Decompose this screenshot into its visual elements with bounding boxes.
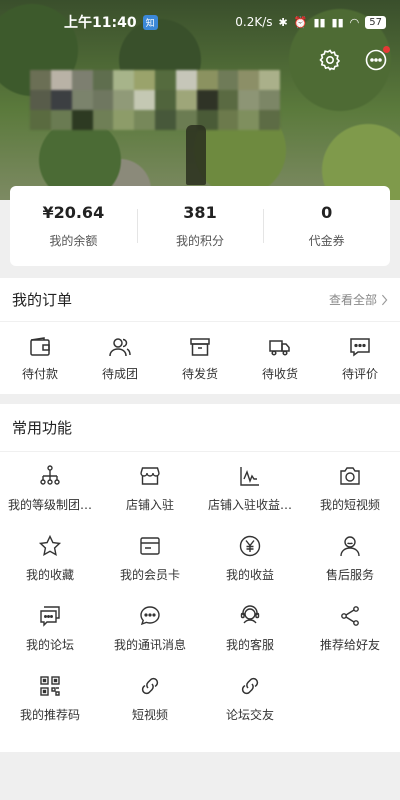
balance-item-coupon[interactable]: 0 代金券 [263,203,390,249]
headset-icon [240,605,260,624]
balance-value: ¥20.64 [42,203,105,222]
header-actions [318,46,390,72]
func-member-card[interactable]: 我的会员卡 [100,534,200,604]
link-icon [141,677,159,695]
func-label: 论坛交友 [225,708,274,722]
func-label: 店铺入驻收益… [207,498,292,512]
func-label: 我的会员卡 [119,568,180,582]
yen-icon [239,535,261,557]
balance-item-yue[interactable]: ¥20.64 我的余额 [10,203,137,249]
balance-label: 我的余额 [49,234,98,248]
star-icon [38,534,62,556]
func-label: 店铺入驻 [125,498,174,512]
func-label: 售后服务 [325,568,374,582]
functions-grid: 我的等级制团… 店铺入驻 店铺入驻收益… 我的短视频 我的收藏 我的会员卡 我的… [0,452,400,744]
func-recommend-friend[interactable]: 推荐给好友 [300,604,400,674]
coupon-value: 0 [321,203,333,222]
box-icon [190,337,210,356]
section-title: 我的订单 [12,291,73,309]
battery-indicator: 57 [365,15,386,29]
camera-icon [340,467,360,485]
func-label: 推荐给好友 [319,638,380,652]
view-all-label: 查看全部 [328,293,377,307]
func-store-settle[interactable]: 店铺入驻 [100,464,200,534]
func-label: 我的论坛 [25,638,74,652]
func-forum-friends[interactable]: 论坛交友 [200,674,300,744]
order-label: 待成团 [101,366,138,381]
func-short-video[interactable]: 短视频 [100,674,200,744]
notification-badge: 知 [142,14,158,30]
func-label: 我的推荐码 [19,708,80,722]
hierarchy-icon [40,465,60,485]
chat-icon[interactable] [364,46,390,72]
func-label: 我的通讯消息 [113,638,186,652]
order-item-pending-receipt[interactable]: 待收货 [240,335,320,382]
balance-item-points[interactable]: 381 我的积分 [136,203,264,249]
func-store-earnings[interactable]: 店铺入驻收益… [200,464,300,534]
order-label: 待付款 [21,366,58,381]
order-item-pending-shipment[interactable]: 待发货 [160,335,240,382]
func-level-group[interactable]: 我的等级制团… [0,464,100,534]
points-value: 381 [183,203,217,222]
func-label: 我的等级制团… [7,498,92,512]
person-silhouette [186,125,206,185]
alarm-icon: ⏰ [293,15,308,29]
order-item-pending-group[interactable]: 待成团 [80,335,160,382]
chart-icon [240,467,259,486]
order-item-pending-payment[interactable]: 待付款 [0,335,80,382]
balance-card: ¥20.64 我的余额 381 我的积分 0 代金券 [10,186,390,266]
functions-header: 常用功能 [0,404,400,452]
chevron-right-icon [381,294,388,305]
func-label: 我的短视频 [319,498,380,512]
order-label: 待评价 [341,366,378,381]
group-icon [109,337,131,356]
store-icon [140,467,160,485]
network-speed: 0.2K/s [235,15,273,29]
service-person-icon [340,536,360,557]
func-label: 我的客服 [225,638,274,652]
func-favorites[interactable]: 我的收藏 [0,534,100,604]
func-my-short-video[interactable]: 我的短视频 [300,464,400,534]
func-after-sales[interactable]: 售后服务 [300,534,400,604]
order-item-pending-review[interactable]: 待评价 [320,335,400,382]
order-label: 待发货 [181,366,218,381]
func-label: 短视频 [131,708,168,722]
view-all-orders-link[interactable]: 查看全部 [329,291,388,308]
signal-icon-2: ▮▮ [331,15,344,29]
func-customer-service[interactable]: 我的客服 [200,604,300,674]
link-icon [241,677,259,695]
common-functions-section: 常用功能 我的等级制团… 店铺入驻 店铺入驻收益… 我的短视频 我的收藏 我的会… [0,404,400,752]
orders-header: 我的订单 查看全部 [0,278,400,322]
status-bar: 上午11:40 知 0.2K/s ✱ ⏰ ▮▮ ▮▮ ◠ 57 [0,0,400,44]
status-indicators: 0.2K/s ✱ ⏰ ▮▮ ▮▮ ◠ 57 [235,15,386,29]
func-messages[interactable]: 我的通讯消息 [100,604,200,674]
share-icon [341,606,359,626]
func-referral-code[interactable]: 我的推荐码 [0,674,100,744]
forum-icon [40,606,60,627]
truck-icon [269,339,290,356]
bluetooth-icon: ✱ [278,15,288,29]
points-label: 我的积分 [176,234,225,248]
comment-icon [350,337,370,356]
gear-icon[interactable] [318,48,342,72]
func-my-earnings[interactable]: 我的收益 [200,534,300,604]
func-label: 我的收藏 [25,568,74,582]
signal-icon: ▮▮ [313,15,326,29]
message-icon [140,606,160,626]
card-icon [140,537,160,555]
wallet-icon [30,336,50,356]
coupon-label: 代金券 [308,234,345,248]
func-my-forum[interactable]: 我的论坛 [0,604,100,674]
orders-section: 我的订单 查看全部 待付款 待成团 待发货 待收货 待评价 [0,278,400,394]
section-title: 常用功能 [12,419,73,437]
order-status-row: 待付款 待成团 待发货 待收货 待评价 [0,322,400,394]
func-label: 我的收益 [225,568,274,582]
status-time: 上午11:40 [64,15,137,31]
order-label: 待收货 [261,366,298,381]
wifi-icon: ◠ [349,15,360,29]
blurred-username [30,70,280,130]
qrcode-icon [40,676,60,696]
unread-dot [383,46,390,53]
